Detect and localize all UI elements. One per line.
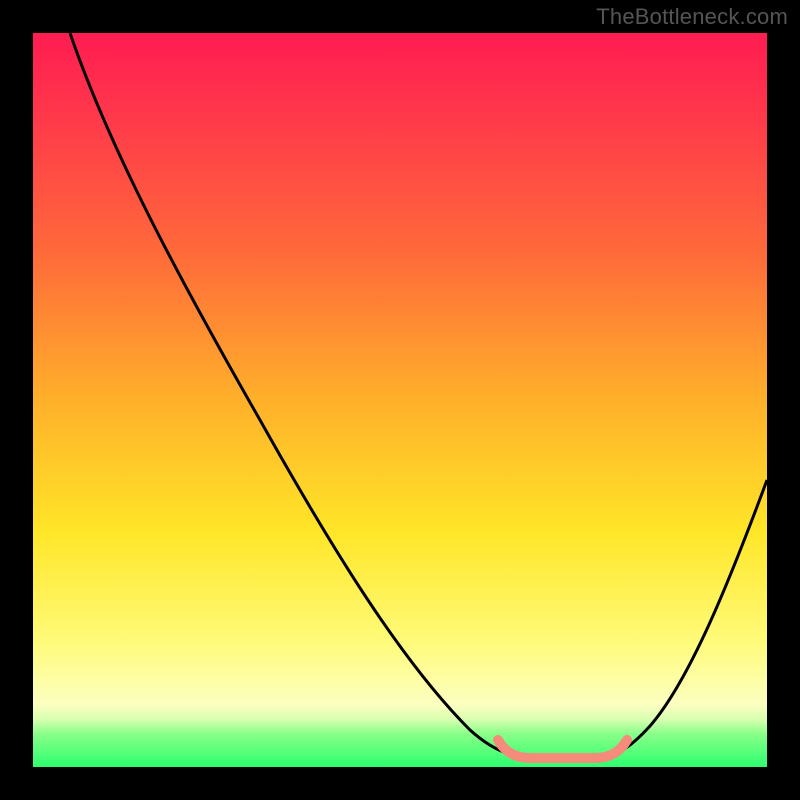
optimal-range-marker bbox=[498, 740, 627, 758]
chart-container: TheBottleneck.com bbox=[0, 0, 800, 800]
chart-svg bbox=[0, 0, 800, 800]
watermark-text: TheBottleneck.com bbox=[596, 4, 788, 30]
bottleneck-curve bbox=[70, 33, 767, 756]
